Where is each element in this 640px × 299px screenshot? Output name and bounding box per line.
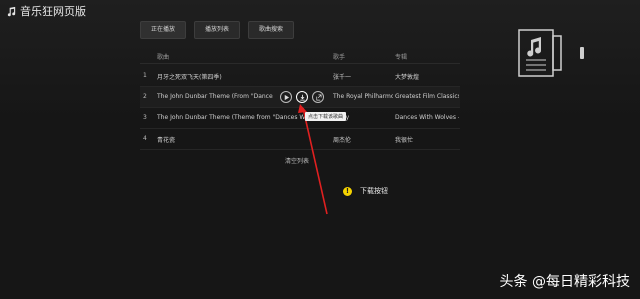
annotation-callout: ! 下载按钮 (343, 186, 388, 196)
table-row[interactable]: 4 青花瓷 周杰伦 我很忙 (140, 129, 460, 150)
song-artist: The Royal Philharmonic... (333, 93, 393, 100)
download-icon[interactable] (296, 91, 308, 103)
watermark: 头条 @每日精彩科技 (499, 274, 630, 290)
music-note-icon (7, 6, 16, 16)
song-album: Greatest Film Classics (395, 93, 459, 100)
annotation-label: 下载按钮 (360, 187, 388, 195)
tab-now-playing[interactable]: 正在播放 (140, 21, 187, 39)
tab-bar: 正在播放 播放列表 歌曲搜索 (140, 21, 295, 39)
table-row[interactable]: 1 月牙之死双飞天(第四季) 张千一 大梦敦煌 (140, 66, 460, 87)
exclamation-icon: ! (343, 186, 352, 196)
song-artist: 周杰伦 (333, 137, 352, 144)
song-title: 月牙之死双飞天(第四季) (157, 74, 222, 81)
tab-song-search[interactable]: 歌曲搜索 (248, 21, 295, 39)
row-actions (280, 91, 324, 103)
play-icon[interactable] (280, 91, 292, 103)
download-tooltip: 点击下载该歌曲 (305, 112, 347, 121)
song-title: The John Dunbar Theme (Theme from "Dance… (157, 114, 307, 121)
row-index: 2 (143, 93, 147, 100)
clear-list-button[interactable]: 清空列表 (285, 156, 309, 165)
song-album: 大梦敦煌 (395, 74, 420, 81)
row-index: 3 (143, 114, 147, 121)
table-row[interactable]: 3 The John Dunbar Theme (Theme from "Dan… (140, 108, 460, 129)
album-art-icon (518, 29, 562, 77)
app-title: 音乐狂网页版 (6, 3, 86, 19)
song-album: Dances With Wolves -... (395, 114, 459, 121)
header-artist: 歌手 (333, 54, 346, 61)
app-title-text: 音乐狂网页版 (20, 5, 86, 18)
header-album: 专辑 (395, 54, 408, 61)
header-song: 歌曲 (157, 54, 170, 61)
song-album: 我很忙 (395, 137, 414, 144)
song-artist: 张千一 (333, 74, 352, 81)
side-scroll-handle[interactable] (580, 47, 584, 59)
song-title: 青花瓷 (157, 137, 176, 144)
row-index: 4 (143, 135, 147, 142)
table-header: 歌曲 歌手 专辑 (140, 49, 460, 64)
share-icon[interactable] (312, 91, 324, 103)
tab-playlist[interactable]: 播放列表 (194, 21, 241, 39)
row-index: 1 (143, 72, 147, 79)
table-row[interactable]: 2 The John Dunbar Theme (From "Dances wi… (140, 87, 460, 108)
song-title: The John Dunbar Theme (From "Dances wit.… (157, 93, 273, 100)
